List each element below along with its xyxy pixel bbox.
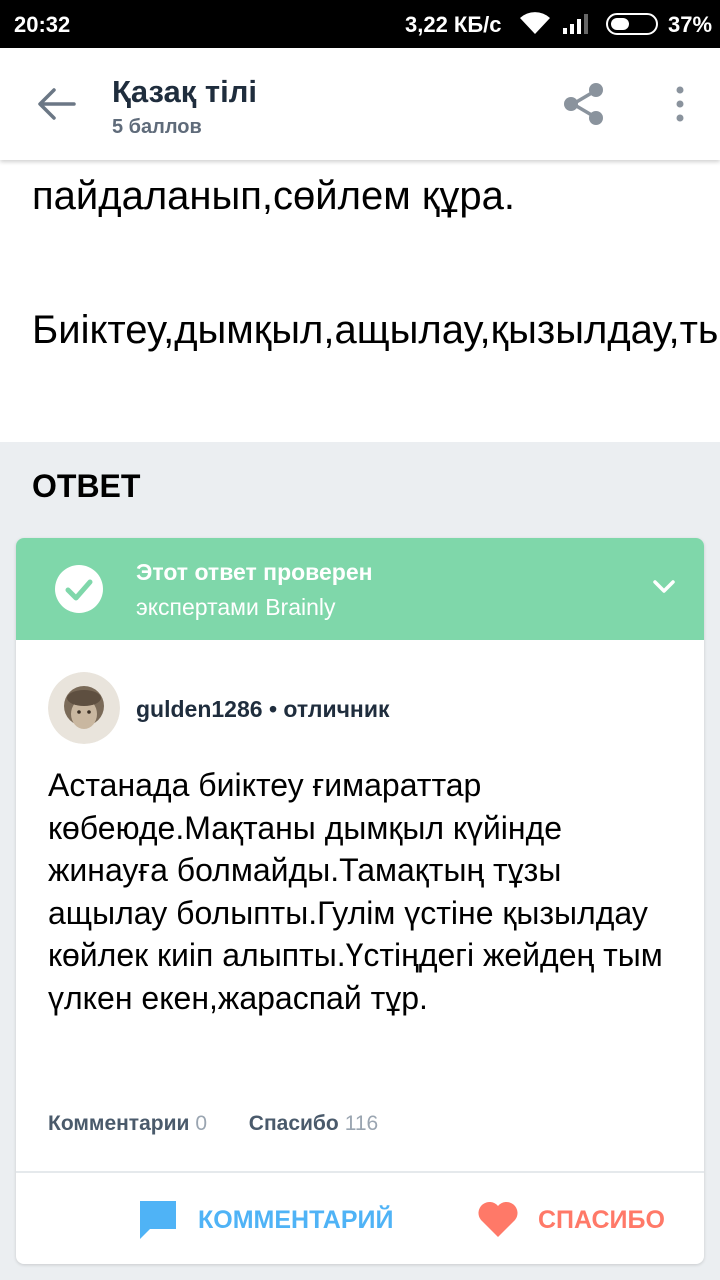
verified-banner[interactable]: Этот ответ проверен экспертами Brainly — [16, 538, 704, 640]
thanks-button[interactable]: СПАСИБО — [476, 1197, 696, 1241]
comment-button-label: КОММЕНТАРИЙ — [198, 1206, 394, 1234]
signal-icon — [563, 14, 588, 34]
avatar[interactable] — [48, 672, 120, 744]
battery-icon — [606, 13, 658, 35]
answer-actions: КОММЕНТАРИЙ СПАСИБО — [16, 1173, 704, 1264]
question-word-list: Биіктеу,дымқыл,ащылау,қызылдау,тымүлкен. — [32, 308, 720, 352]
comment-bubble-icon — [140, 1201, 176, 1239]
thanks-label: Спасибо — [248, 1112, 339, 1135]
more-vertical-icon[interactable] — [668, 84, 692, 124]
answer-heading: ОТВЕТ — [32, 468, 141, 504]
comments-count: 0 — [195, 1112, 208, 1135]
battery-percent: 37% — [668, 12, 713, 37]
author-line[interactable]: gulden1286 • отличник — [136, 696, 389, 723]
comments-label[interactable]: Комментарии — [48, 1112, 189, 1135]
wifi-icon — [520, 12, 550, 34]
author-rank: отличник — [283, 696, 390, 722]
back-arrow-icon[interactable] — [36, 86, 76, 122]
chevron-down-icon[interactable] — [652, 578, 676, 596]
network-speed: 3,22 КБ/с — [405, 12, 502, 37]
verified-subtitle: экспертами Brainly — [136, 594, 336, 620]
author-separator: • — [268, 696, 284, 722]
points-label: 5 баллов — [112, 116, 202, 138]
answer-card: Этот ответ проверен экспертами Brainly g… — [16, 538, 704, 1264]
question-text-line: пайдаланып,сөйлем құра. — [32, 174, 515, 218]
thanks-button-label: СПАСИБО — [538, 1206, 665, 1234]
app-bar: Қазақ тілі 5 баллов — [0, 48, 720, 160]
author-name[interactable]: gulden1286 — [136, 696, 263, 722]
subject-title: Қазақ тілі — [112, 74, 258, 109]
answer-author: gulden1286 • отличник — [48, 672, 648, 748]
check-circle-icon — [55, 565, 103, 613]
thanks-count: 116 — [344, 1112, 379, 1135]
status-bar: 20:32 3,22 КБ/с 37% — [0, 0, 720, 48]
status-time: 20:32 — [14, 12, 71, 37]
answer-text: Астанада биіктеу ғимараттар көбеюде.Мақт… — [48, 767, 663, 1016]
answer-stats: Комментарии 0 Спасибо 116 — [48, 1112, 378, 1136]
heart-icon — [478, 1201, 518, 1237]
verified-title: Этот ответ проверен — [136, 559, 373, 585]
share-icon[interactable] — [563, 82, 605, 126]
comment-button[interactable]: КОММЕНТАРИЙ — [136, 1197, 416, 1241]
question-card: пайдаланып,сөйлем құра. Биіктеу,дымқыл,а… — [0, 160, 720, 442]
